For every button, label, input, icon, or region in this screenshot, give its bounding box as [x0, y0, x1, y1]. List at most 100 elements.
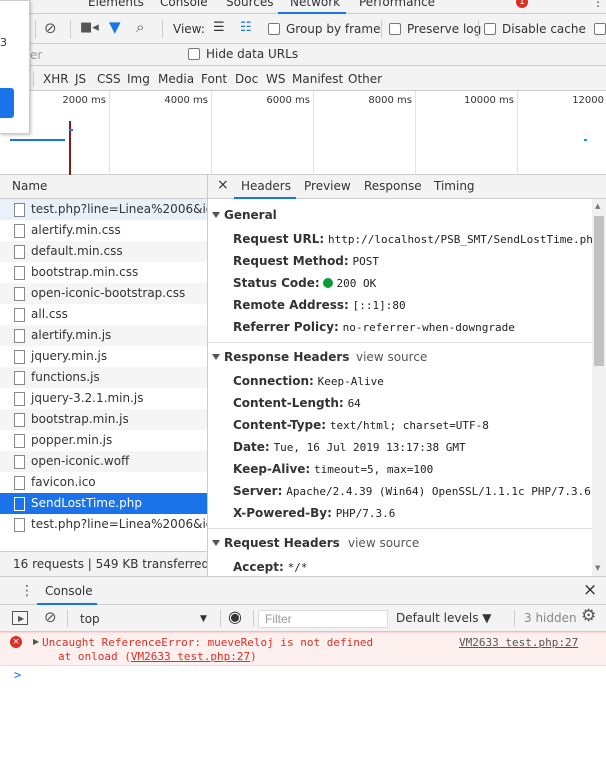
tab-response[interactable]: Response	[364, 179, 422, 193]
request-row-selected[interactable]: SendLostTime.php	[0, 493, 207, 514]
request-name: open-iconic-bootstrap.css	[31, 286, 186, 300]
clear-icon[interactable]: ⊘	[44, 19, 57, 37]
request-row[interactable]: popper.min.js	[0, 430, 207, 451]
divider	[162, 20, 163, 38]
drawer-tab-console[interactable]: Console	[45, 584, 93, 598]
response-headers-section-toggle[interactable]: Response Headers	[212, 350, 349, 364]
context-selector[interactable]: top ▼	[70, 610, 215, 628]
type-filter-css[interactable]: CSS	[97, 72, 121, 86]
tab-sources[interactable]: Sources	[226, 0, 273, 9]
request-row[interactable]: bootstrap.min.js	[0, 409, 207, 430]
file-icon	[14, 392, 25, 406]
offline-checkbox[interactable]	[594, 23, 606, 35]
request-row[interactable]: favicon.ico	[0, 472, 207, 493]
screenshot-camera-icon[interactable]: ■◂	[80, 20, 99, 35]
file-icon	[14, 371, 25, 385]
request-row[interactable]: all.css	[0, 304, 207, 325]
general-title: General	[224, 208, 277, 222]
group-by-frame-checkbox[interactable]	[268, 23, 280, 35]
expanded-triangle-icon	[212, 354, 220, 360]
scroll-down-icon[interactable]: ▼	[595, 564, 600, 572]
header-value: no-referrer-when-downgrade	[342, 321, 515, 334]
settings-icon[interactable]: ⋮	[592, 0, 604, 9]
tab-elements[interactable]: Elements	[88, 0, 144, 9]
tick-label: 12000	[572, 95, 604, 106]
request-row[interactable]: functions.js	[0, 367, 207, 388]
preserve-log-label: Preserve log	[407, 22, 482, 36]
close-drawer-icon[interactable]: ×	[583, 580, 597, 600]
header-value: 200 OK	[336, 277, 377, 290]
tab-performance[interactable]: Performance	[359, 0, 435, 9]
log-levels-dropdown[interactable]: Default levels ▼	[396, 611, 492, 625]
request-row[interactable]: jquery-3.2.1.min.js	[0, 388, 207, 409]
type-filter-js[interactable]: JS	[75, 72, 86, 86]
view-source-link[interactable]: view source	[348, 536, 419, 550]
header-row: Referrer Policy: no-referrer-when-downgr…	[233, 320, 515, 334]
disable-cache-checkbox[interactable]	[484, 23, 496, 35]
live-expression-eye-icon[interactable]: ◉	[228, 607, 242, 626]
stack-source-link[interactable]: VM2633 test.php:27	[131, 650, 250, 663]
request-row[interactable]: open-iconic.woff	[0, 451, 207, 472]
tab-timing[interactable]: Timing	[434, 179, 475, 193]
preserve-log-checkbox[interactable]	[389, 23, 401, 35]
request-row[interactable]: alertify.min.js	[0, 325, 207, 346]
scroll-up-icon[interactable]: ▲	[595, 202, 600, 210]
view-source-link[interactable]: view source	[356, 350, 427, 364]
type-filter-doc[interactable]: Doc	[235, 72, 258, 86]
details-scrollbar-thumb[interactable]	[594, 216, 604, 366]
type-filter-font[interactable]: Font	[201, 72, 227, 86]
console-settings-gear-icon[interactable]: ⚙	[581, 606, 596, 626]
request-bar	[10, 139, 65, 141]
general-section-toggle[interactable]: General	[212, 208, 277, 222]
type-filter-xhr[interactable]: XHR	[43, 72, 69, 86]
request-name: jquery.min.js	[31, 349, 108, 363]
file-icon	[14, 308, 25, 322]
tab-console[interactable]: Console	[160, 0, 208, 9]
group-by-frame-label: Group by frame	[286, 22, 381, 36]
header-value: text/html; charset=UTF-8	[329, 419, 489, 432]
name-column-header[interactable]: Name	[0, 175, 208, 199]
type-filter-img[interactable]: Img	[127, 72, 150, 86]
popup-button[interactable]	[0, 88, 14, 118]
request-row[interactable]: bootstrap.min.css	[0, 262, 207, 283]
hide-data-urls-checkbox[interactable]	[188, 48, 200, 60]
header-value: */*	[287, 561, 308, 574]
network-overview-timeline[interactable]: 2000 ms 4000 ms 6000 ms 8000 ms 10000 ms…	[0, 91, 606, 175]
clear-console-icon[interactable]: ⊘	[44, 608, 57, 626]
type-filter-ws[interactable]: WS	[266, 72, 285, 86]
request-row[interactable]: alertify.min.css	[0, 220, 207, 241]
tick-line	[517, 91, 518, 175]
request-row[interactable]: test.php?line=Linea%2006&id...	[0, 514, 207, 535]
header-value: 64	[347, 397, 361, 410]
header-row: Date: Tue, 16 Jul 2019 13:17:38 GMT	[233, 440, 466, 454]
request-name: SendLostTime.php	[31, 496, 143, 510]
request-row[interactable]: jquery.min.js	[0, 346, 207, 367]
filter-input[interactable]: er	[30, 48, 180, 62]
expand-triangle-icon[interactable]: ▶	[33, 637, 39, 646]
console-prompt[interactable]: >	[14, 668, 21, 682]
large-rows-icon[interactable]: ☰	[213, 20, 225, 35]
search-icon[interactable]: ⌕	[136, 18, 144, 36]
filter-bar: er Hide data URLs	[0, 44, 606, 66]
filter-icon[interactable]: ▼	[109, 18, 121, 36]
tab-network[interactable]: Network	[290, 0, 340, 9]
request-row[interactable]: test.php?line=Linea%2006&id...	[0, 199, 207, 220]
request-row[interactable]: default.min.css	[0, 241, 207, 262]
tick-line	[415, 91, 416, 175]
tab-headers[interactable]: Headers	[241, 179, 291, 193]
type-filter-manifest[interactable]: Manifest	[292, 72, 343, 86]
waterfall-icon[interactable]: ☷	[240, 20, 252, 35]
sidebar-toggle-icon[interactable]: ▶	[12, 611, 28, 625]
section-divider	[208, 528, 592, 529]
drawer-menu-icon[interactable]: ⋮	[20, 583, 34, 599]
divider	[381, 20, 382, 38]
tab-preview[interactable]: Preview	[304, 179, 351, 193]
type-filter-media[interactable]: Media	[158, 72, 194, 86]
request-row[interactable]: open-iconic-bootstrap.css	[0, 283, 207, 304]
console-filter-input[interactable]: Filter	[258, 610, 388, 628]
error-source-link[interactable]: VM2633 test.php:27	[459, 636, 578, 649]
request-headers-section-toggle[interactable]: Request Headers	[212, 536, 340, 550]
file-icon	[14, 329, 25, 343]
close-icon[interactable]: ×	[217, 177, 229, 193]
type-filter-other[interactable]: Other	[348, 72, 382, 86]
